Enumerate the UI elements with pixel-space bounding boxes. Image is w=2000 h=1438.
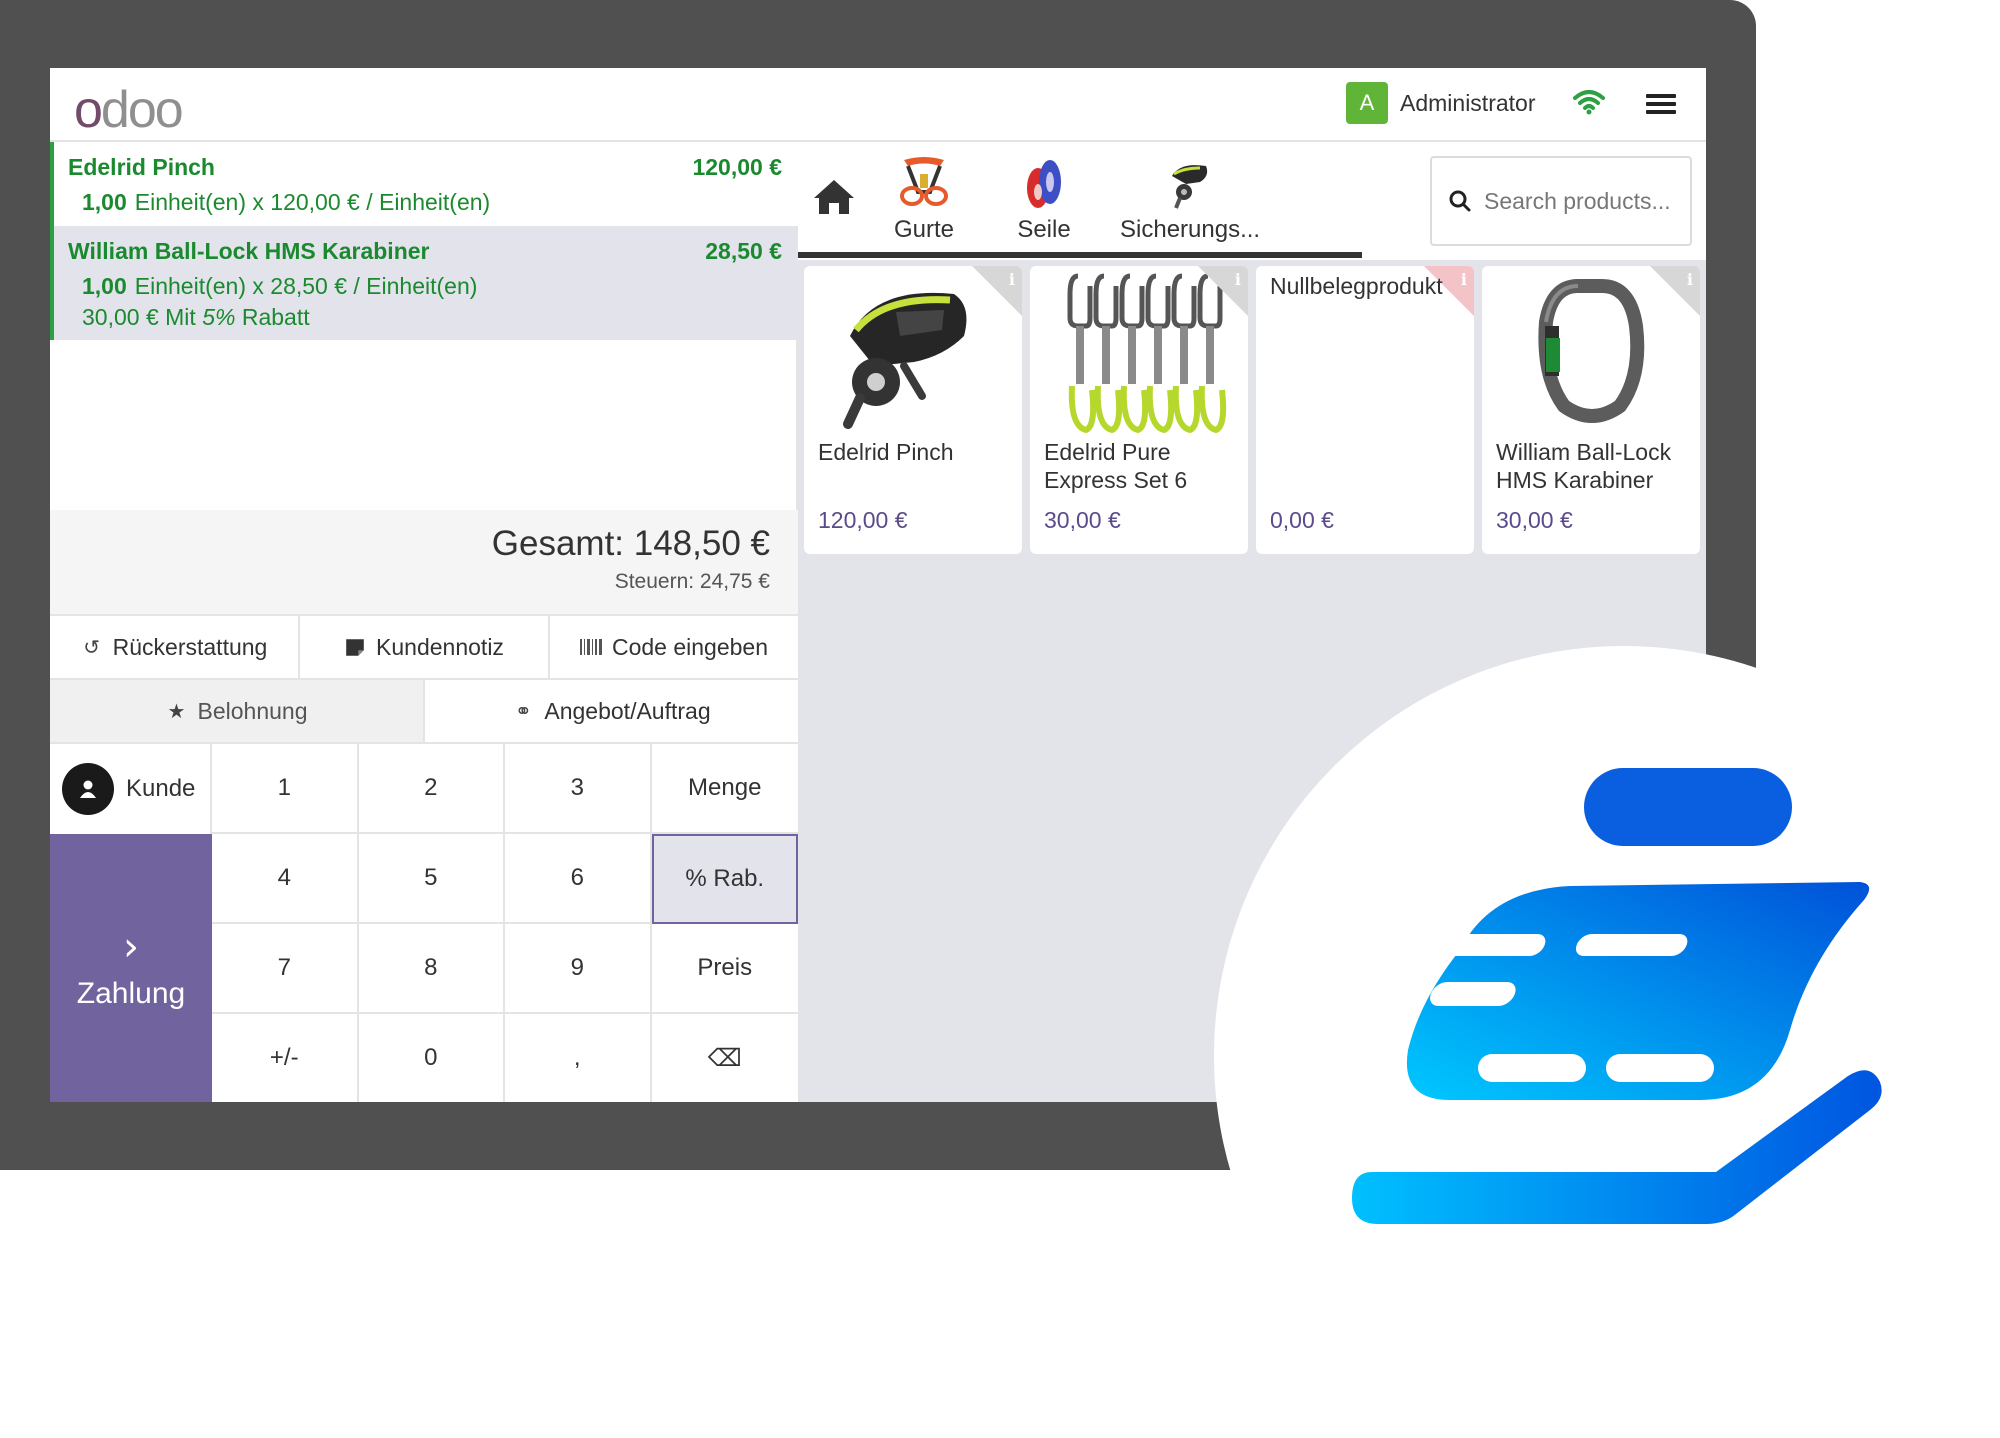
link-icon: ⚭ bbox=[514, 700, 532, 723]
numpad-keys: 1 2 3 Menge 4 5 6 % Rab. 7 8 9 Preis +/-… bbox=[212, 744, 798, 1102]
key-9[interactable]: 9 bbox=[505, 924, 652, 1014]
category-label: Seile bbox=[1017, 216, 1071, 243]
key-4[interactable]: 4 bbox=[212, 834, 359, 924]
product-name: Nullbelegprodukt bbox=[1270, 273, 1443, 299]
key-5[interactable]: 5 bbox=[358, 834, 505, 924]
product-card[interactable]: i Edelrid Pure Express Set 6 30,00 € bbox=[1030, 266, 1248, 554]
discount-prefix: 30,00 € Mit bbox=[82, 304, 196, 330]
chevron-right-icon: › bbox=[123, 924, 139, 970]
customer-label: Kunde bbox=[126, 775, 196, 802]
home-icon[interactable] bbox=[812, 176, 856, 216]
info-icon: i bbox=[1686, 270, 1693, 289]
key-3[interactable]: 3 bbox=[505, 744, 652, 834]
wifi-icon bbox=[1573, 90, 1605, 115]
product-name: Edelrid Pure Express Set 6 bbox=[1044, 439, 1188, 493]
info-icon: i bbox=[1008, 270, 1015, 289]
key-discount[interactable]: % Rab. bbox=[651, 834, 798, 924]
pos-app-brand-icon bbox=[1352, 768, 1882, 1224]
category-belay[interactable]: Sicherungs... bbox=[1120, 152, 1260, 244]
undo-icon: ↺ bbox=[83, 636, 101, 659]
category-harness[interactable]: Gurte bbox=[894, 152, 954, 244]
order-line-qty: 1,00 bbox=[82, 273, 127, 299]
category-scroll-indicator bbox=[798, 252, 1362, 258]
customer-note-button[interactable]: Kundennotiz bbox=[300, 616, 550, 678]
key-comma[interactable]: , bbox=[505, 1014, 652, 1102]
user-menu[interactable]: A Administrator bbox=[1346, 82, 1535, 124]
reward-button[interactable]: ★ Belohnung bbox=[50, 680, 425, 742]
menu-icon[interactable] bbox=[1646, 90, 1676, 120]
payment-button[interactable]: › Zahlung bbox=[50, 834, 212, 1102]
discount-suffix: Rabatt bbox=[241, 304, 310, 330]
order-line-qty: 1,00 bbox=[82, 189, 127, 215]
user-name: Administrator bbox=[1400, 89, 1536, 116]
category-label: Gurte bbox=[894, 216, 955, 243]
category-bar: Gurte Seile Sicherungs... Search product… bbox=[798, 142, 1706, 260]
category-rope[interactable]: Seile bbox=[1014, 152, 1074, 244]
key-2[interactable]: 2 bbox=[358, 744, 505, 834]
key-1[interactable]: 1 bbox=[212, 744, 359, 834]
user-avatar: A bbox=[1346, 82, 1388, 124]
category-label: Sicherungs... bbox=[1120, 216, 1261, 243]
order-line[interactable]: Edelrid Pinch 120,00 € 1,00 Einheit(en) x… bbox=[50, 142, 798, 226]
product-card[interactable]: i William Ball-Lock HMS Karabiner 30,00 … bbox=[1482, 266, 1700, 554]
product-name: Edelrid Pinch bbox=[818, 439, 954, 465]
key-plus-minus[interactable]: +/- bbox=[212, 1014, 359, 1102]
key-backspace[interactable]: ⌫ bbox=[651, 1014, 798, 1102]
quotation-order-button[interactable]: ⚭ Angebot/Auftrag bbox=[425, 680, 798, 742]
quotation-order-label: Angebot/Auftrag bbox=[544, 697, 711, 724]
info-icon: i bbox=[1234, 270, 1241, 289]
key-quantity[interactable]: Menge bbox=[651, 744, 798, 834]
stage: odoo A Administrator Edelrid Pinch 120,0… bbox=[0, 0, 2000, 1438]
enter-code-button[interactable]: Code eingeben bbox=[550, 616, 798, 678]
search-icon bbox=[1449, 190, 1471, 212]
order-line-discount: 30,00 € Mit 5% Rabatt bbox=[68, 304, 782, 331]
search-input[interactable] bbox=[1484, 187, 1674, 215]
note-icon bbox=[346, 639, 364, 656]
star-icon: ★ bbox=[167, 700, 186, 723]
customer-note-label: Kundennotiz bbox=[376, 633, 504, 660]
order-line-price: 28,50 € bbox=[705, 238, 782, 264]
key-8[interactable]: 8 bbox=[358, 924, 505, 1014]
product-name: William Ball-Lock HMS Karabiner bbox=[1496, 439, 1672, 493]
customer-button[interactable]: Kunde bbox=[50, 744, 212, 834]
refund-button[interactable]: ↺ Rückerstattung bbox=[50, 616, 300, 678]
reward-label: Belohnung bbox=[197, 697, 308, 724]
order-tax: Steuern: 24,75 € bbox=[614, 570, 770, 593]
harness-icon bbox=[900, 157, 949, 206]
user-icon bbox=[62, 763, 114, 815]
product-price: 0,00 € bbox=[1270, 507, 1334, 533]
order-line-detail: Einheit(en) x 28,50 € / Einheit(en) bbox=[134, 273, 478, 299]
product-grid: i Edelrid Pinch 120,00 € i Edelrid Pure … bbox=[804, 266, 1704, 554]
control-buttons-row: ↺ Rückerstattung Kundennotiz Code eingeb… bbox=[50, 614, 798, 678]
key-price[interactable]: Preis bbox=[651, 924, 798, 1014]
order-totals: Gesamt: 148,50 € Steuern: 24,75 € bbox=[50, 510, 798, 614]
odoo-logo: odoo bbox=[74, 81, 184, 139]
rope-icon bbox=[1027, 160, 1061, 208]
order-line-selected[interactable]: William Ball-Lock HMS Karabiner 28,50 € … bbox=[50, 226, 798, 340]
payment-label: Zahlung bbox=[76, 977, 186, 1010]
numpad: Kunde › Zahlung 1 2 3 Menge 4 5 6 % Rab.… bbox=[50, 742, 798, 1102]
discount-percent: 5% bbox=[202, 304, 236, 330]
order-line-detail: Einheit(en) x 120,00 € / Einheit(en) bbox=[134, 189, 491, 215]
top-bar: odoo A Administrator bbox=[50, 68, 1706, 142]
enter-code-label: Code eingeben bbox=[611, 633, 769, 660]
barcode-icon bbox=[579, 639, 602, 655]
key-0[interactable]: 0 bbox=[358, 1014, 505, 1102]
product-price: 30,00 € bbox=[1044, 507, 1121, 533]
refund-label: Rückerstattung bbox=[112, 633, 268, 660]
product-price: 120,00 € bbox=[818, 507, 908, 533]
product-card[interactable]: i Nullbelegprodukt 0,00 € bbox=[1256, 266, 1474, 554]
product-price: 30,00 € bbox=[1496, 507, 1573, 533]
key-7[interactable]: 7 bbox=[212, 924, 359, 1014]
order-line-name: Edelrid Pinch bbox=[68, 154, 215, 180]
order-total: Gesamt: 148,50 € bbox=[491, 524, 770, 563]
key-6[interactable]: 6 bbox=[505, 834, 652, 924]
order-line-price: 120,00 € bbox=[692, 154, 782, 180]
product-card[interactable]: i Edelrid Pinch 120,00 € bbox=[804, 266, 1022, 554]
order-line-name: William Ball-Lock HMS Karabiner bbox=[68, 238, 430, 264]
search-box[interactable] bbox=[1430, 156, 1692, 246]
order-pane: Edelrid Pinch 120,00 € 1,00 Einheit(en) x… bbox=[50, 142, 798, 1102]
belay-device-icon bbox=[1172, 165, 1208, 209]
control-buttons-row-2: ★ Belohnung ⚭ Angebot/Auftrag bbox=[50, 678, 798, 742]
